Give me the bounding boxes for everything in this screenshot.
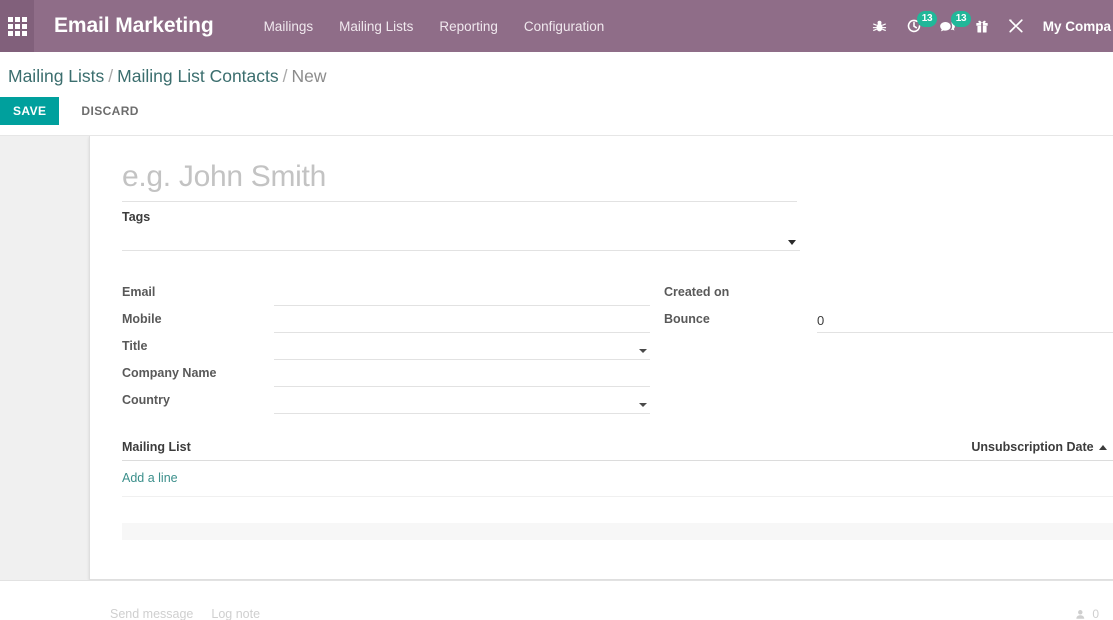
column-header-unsubscription-date-label: Unsubscription Date <box>971 440 1094 454</box>
discard-button[interactable]: DISCARD <box>69 97 150 125</box>
field-company-name: Company Name <box>122 360 650 387</box>
field-mobile-label: Mobile <box>122 312 162 326</box>
followers-icon <box>1076 609 1085 619</box>
apps-grid-icon <box>7 16 27 36</box>
send-message-button[interactable]: Send message <box>110 607 193 620</box>
chevron-down-icon <box>639 349 647 353</box>
field-bounce-label: Bounce <box>664 312 710 326</box>
left-field-group: Email Mobile Title Company Name Country <box>122 279 650 414</box>
field-bounce-value: 0 <box>817 313 825 328</box>
mailing-list-table-header: Mailing List Unsubscription Date Op <box>122 440 1113 461</box>
app-brand-title[interactable]: Email Marketing <box>54 14 214 38</box>
contact-name-input[interactable] <box>122 158 797 202</box>
menu-reporting[interactable]: Reporting <box>437 15 500 38</box>
tags-label: Tags <box>122 210 151 224</box>
breadcrumb-separator: / <box>282 66 288 86</box>
menu-mailings[interactable]: Mailings <box>262 15 316 38</box>
field-email-input[interactable] <box>274 285 650 306</box>
column-header-unsubscription-date[interactable]: Unsubscription Date <box>971 440 1107 454</box>
field-email: Email <box>122 279 650 306</box>
field-bounce: Bounce 0 <box>664 306 1113 333</box>
mailing-list-striped-row <box>122 523 1113 540</box>
chevron-down-icon <box>788 240 796 245</box>
followers-widget[interactable]: 0 <box>1076 607 1099 620</box>
field-bounce-input[interactable]: 0 <box>817 312 1113 333</box>
field-title-select[interactable] <box>274 339 650 360</box>
activity-clock-icon[interactable]: 13 <box>897 0 938 52</box>
sort-ascending-icon <box>1098 444 1107 450</box>
field-company-name-label: Company Name <box>122 366 217 380</box>
apps-menu-button[interactable] <box>0 0 34 52</box>
field-mobile: Mobile <box>122 306 650 333</box>
main-menu-bar: Mailings Mailing Lists Reporting Configu… <box>262 15 607 38</box>
add-a-line-link[interactable]: Add a line <box>122 471 178 485</box>
field-company-name-input[interactable] <box>274 366 650 387</box>
breadcrumb-item-new: New <box>291 66 327 86</box>
field-email-label: Email <box>122 285 156 299</box>
log-note-button[interactable]: Log note <box>211 607 260 620</box>
followers-count: 0 <box>1092 607 1099 620</box>
contact-name-field <box>122 158 797 202</box>
bug-icon[interactable] <box>863 0 897 52</box>
tags-input[interactable] <box>122 229 800 251</box>
mailing-list-empty-row <box>122 497 1113 523</box>
column-header-mailing-list[interactable]: Mailing List <box>122 440 971 454</box>
gift-icon[interactable] <box>965 0 999 52</box>
field-created-on: Created on <box>664 279 1113 306</box>
field-created-on-value-wrap <box>817 285 1113 306</box>
field-created-on-label: Created on <box>664 285 730 299</box>
breadcrumb-separator: / <box>108 66 114 86</box>
field-title-label: Title <box>122 339 148 353</box>
record-action-buttons: SAVE DISCARD <box>0 91 1113 135</box>
menu-configuration[interactable]: Configuration <box>522 15 606 38</box>
right-field-group: Created on Bounce 0 <box>650 279 1113 414</box>
form-sheet: Tags Email Mobile <box>89 136 1113 580</box>
field-country: Country <box>122 387 650 414</box>
breadcrumb-item-mailing-list-contacts[interactable]: Mailing List Contacts <box>117 66 278 86</box>
mailing-list-table: Mailing List Unsubscription Date Op Add … <box>122 440 1113 540</box>
field-mobile-input[interactable] <box>274 312 650 333</box>
chevron-down-icon <box>639 403 647 407</box>
tools-wrench-icon[interactable] <box>999 0 1033 52</box>
form-view-body: Tags Email Mobile <box>0 136 1113 620</box>
control-panel: Mailing Lists / Mailing List Contacts / New … <box>0 52 1113 136</box>
field-groups: Email Mobile Title Company Name Country … <box>122 279 1113 414</box>
field-country-select[interactable] <box>274 393 650 414</box>
chatter-bar: Send message Log note 0 <box>0 580 1113 620</box>
messages-chat-icon[interactable]: 13 <box>931 0 972 52</box>
tags-field: Tags <box>122 210 800 251</box>
top-navbar: Email Marketing Mailings Mailing Lists R… <box>0 0 1113 52</box>
save-button[interactable]: SAVE <box>0 97 60 125</box>
menu-mailing-lists[interactable]: Mailing Lists <box>337 15 415 38</box>
field-title: Title <box>122 333 650 360</box>
breadcrumb: Mailing Lists / Mailing List Contacts / New <box>0 52 1113 91</box>
mailing-list-add-row: Add a line <box>122 461 1113 497</box>
field-country-label: Country <box>122 393 170 407</box>
breadcrumb-item-mailing-lists[interactable]: Mailing Lists <box>8 66 104 86</box>
navbar-systray: 13 13 My Compa <box>863 0 1113 52</box>
company-switcher[interactable]: My Compa <box>1043 19 1113 34</box>
